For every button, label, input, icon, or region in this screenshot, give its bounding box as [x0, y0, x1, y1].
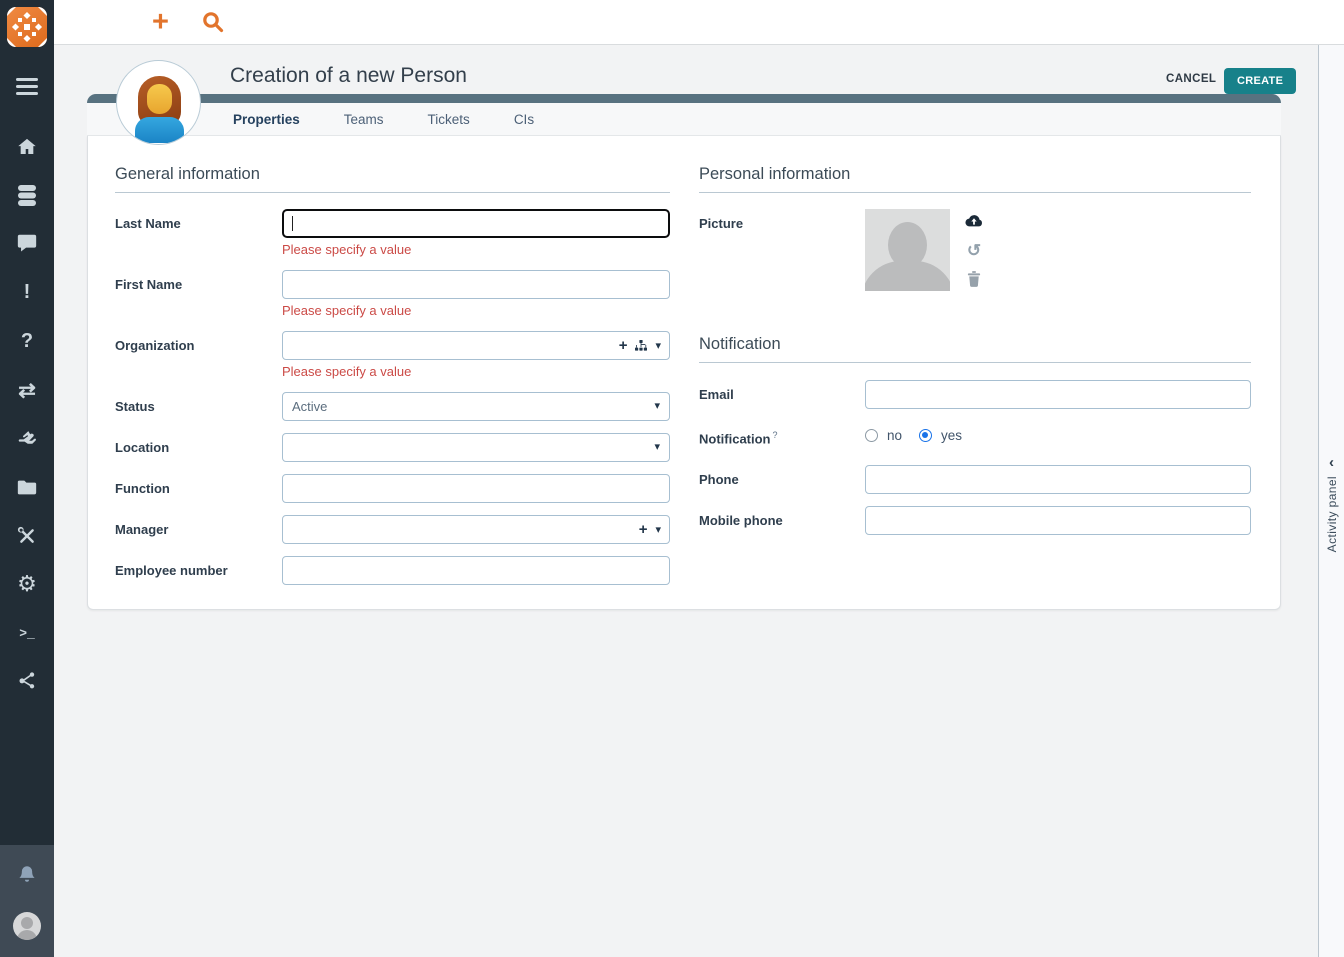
exclamation-icon[interactable]: ! [16, 281, 38, 303]
field-organization: Organization + ▾ Please specify a value [115, 331, 670, 380]
field-location: Location ▾ [115, 433, 670, 462]
text-cursor [292, 216, 293, 231]
create-button[interactable]: CREATE [1224, 68, 1296, 94]
mobile-phone-input[interactable] [865, 506, 1251, 535]
field-phone: Phone [699, 465, 1251, 494]
picture-placeholder [865, 209, 950, 291]
radio-yes-label[interactable]: yes [941, 428, 962, 443]
share-graph-icon[interactable] [16, 669, 38, 691]
last-name-input[interactable] [282, 209, 670, 238]
helping-hand-icon[interactable] [16, 427, 38, 449]
last-name-error: Please specify a value [282, 242, 670, 258]
general-information-section: General information Last Name Please spe… [115, 165, 670, 597]
notifications-bell-icon[interactable] [16, 864, 38, 886]
search-icon[interactable] [201, 10, 225, 34]
manager-input[interactable] [282, 515, 670, 544]
tab-cis[interactable]: CIs [514, 112, 534, 127]
organization-label: Organization [115, 331, 282, 360]
function-input[interactable] [282, 474, 670, 503]
tools-icon[interactable] [16, 525, 38, 547]
employee-number-input[interactable] [282, 556, 670, 585]
home-icon[interactable] [16, 136, 38, 158]
manager-caret-icon[interactable]: ▾ [655, 523, 661, 536]
personal-information-heading: Personal information [699, 165, 1251, 193]
general-information-heading: General information [115, 165, 670, 193]
undo-icon[interactable]: ↺ [964, 240, 984, 260]
field-employee-number: Employee number [115, 556, 670, 585]
card-accent-bar [87, 94, 1281, 103]
page-title: Creation of a new Person [230, 64, 467, 88]
tab-strip: Properties Teams Tickets CIs [87, 103, 1281, 136]
organization-caret-icon[interactable]: ▾ [655, 339, 661, 352]
gear-icon[interactable]: ⚙ [16, 573, 38, 595]
trash-icon[interactable] [964, 269, 984, 289]
phone-label: Phone [699, 465, 865, 494]
first-name-label: First Name [115, 270, 282, 299]
sidebar: ! ? ⇄ ⚙ >_ [0, 0, 54, 957]
field-manager: Manager + ▾ [115, 515, 670, 544]
radio-yes[interactable] [919, 429, 932, 442]
manager-create-icon[interactable]: + [639, 522, 648, 537]
activity-panel-label: Activity panel [1325, 476, 1339, 552]
location-label: Location [115, 433, 282, 462]
mobile-phone-label: Mobile phone [699, 506, 865, 535]
activity-panel-toggle[interactable]: ‹ Activity panel [1318, 45, 1344, 957]
notification-heading: Notification [699, 335, 1251, 363]
app-root: + [0, 0, 1344, 957]
database-icon[interactable] [16, 184, 38, 206]
organization-hierarchy-icon[interactable] [635, 340, 647, 352]
location-select[interactable]: ▾ [282, 433, 670, 462]
picture-label: Picture [699, 209, 865, 238]
email-label: Email [699, 380, 865, 409]
field-first-name: First Name Please specify a value [115, 270, 670, 319]
sidebar-user-section [0, 845, 54, 957]
user-avatar[interactable] [13, 912, 41, 940]
chevron-left-icon[interactable]: ‹ [1329, 455, 1334, 470]
radio-no-label[interactable]: no [887, 428, 902, 443]
last-name-label: Last Name [115, 209, 282, 238]
field-picture: Picture ↺ [699, 209, 1251, 291]
tab-properties[interactable]: Properties [233, 112, 300, 127]
exchange-arrows-icon[interactable]: ⇄ [16, 379, 38, 401]
itop-logo[interactable] [7, 7, 47, 47]
personal-information-section: Personal information Picture ↺ [699, 165, 1251, 547]
add-icon[interactable]: + [152, 4, 169, 40]
caret-down-icon: ▾ [654, 393, 660, 420]
folder-icon[interactable] [16, 476, 38, 498]
chat-icon[interactable] [16, 232, 38, 254]
manager-label: Manager [115, 515, 282, 544]
first-name-input[interactable] [282, 270, 670, 299]
function-label: Function [115, 474, 282, 503]
radio-no[interactable] [865, 429, 878, 442]
top-toolbar: + [54, 0, 1344, 45]
organization-input[interactable] [282, 331, 670, 360]
organization-error: Please specify a value [282, 364, 670, 380]
field-mobile-phone: Mobile phone [699, 506, 1251, 535]
question-icon[interactable]: ? [16, 330, 38, 352]
person-class-avatar [116, 60, 201, 145]
status-label: Status [115, 392, 282, 421]
help-icon: ? [773, 430, 778, 440]
tab-teams[interactable]: Teams [344, 112, 384, 127]
tab-tickets[interactable]: Tickets [428, 112, 470, 127]
status-select[interactable]: Active ▾ [282, 392, 670, 421]
employee-number-label: Employee number [115, 556, 282, 585]
menu-icon[interactable] [16, 75, 38, 97]
field-last-name: Last Name Please specify a value [115, 209, 670, 258]
field-email: Email [699, 380, 1251, 409]
upload-cloud-icon[interactable] [964, 211, 984, 231]
field-status: Status Active ▾ [115, 392, 670, 421]
cancel-button[interactable]: CANCEL [1166, 73, 1216, 85]
organization-create-icon[interactable]: + [619, 338, 628, 353]
phone-input[interactable] [865, 465, 1251, 494]
email-input[interactable] [865, 380, 1251, 409]
status-select-value: Active [292, 399, 327, 414]
field-notification-toggle: Notification? no yes [699, 421, 1251, 453]
first-name-error: Please specify a value [282, 303, 670, 319]
caret-down-icon: ▾ [654, 434, 660, 461]
terminal-icon[interactable]: >_ [16, 622, 38, 644]
notification-label: Notification? [699, 421, 865, 453]
field-function: Function [115, 474, 670, 503]
